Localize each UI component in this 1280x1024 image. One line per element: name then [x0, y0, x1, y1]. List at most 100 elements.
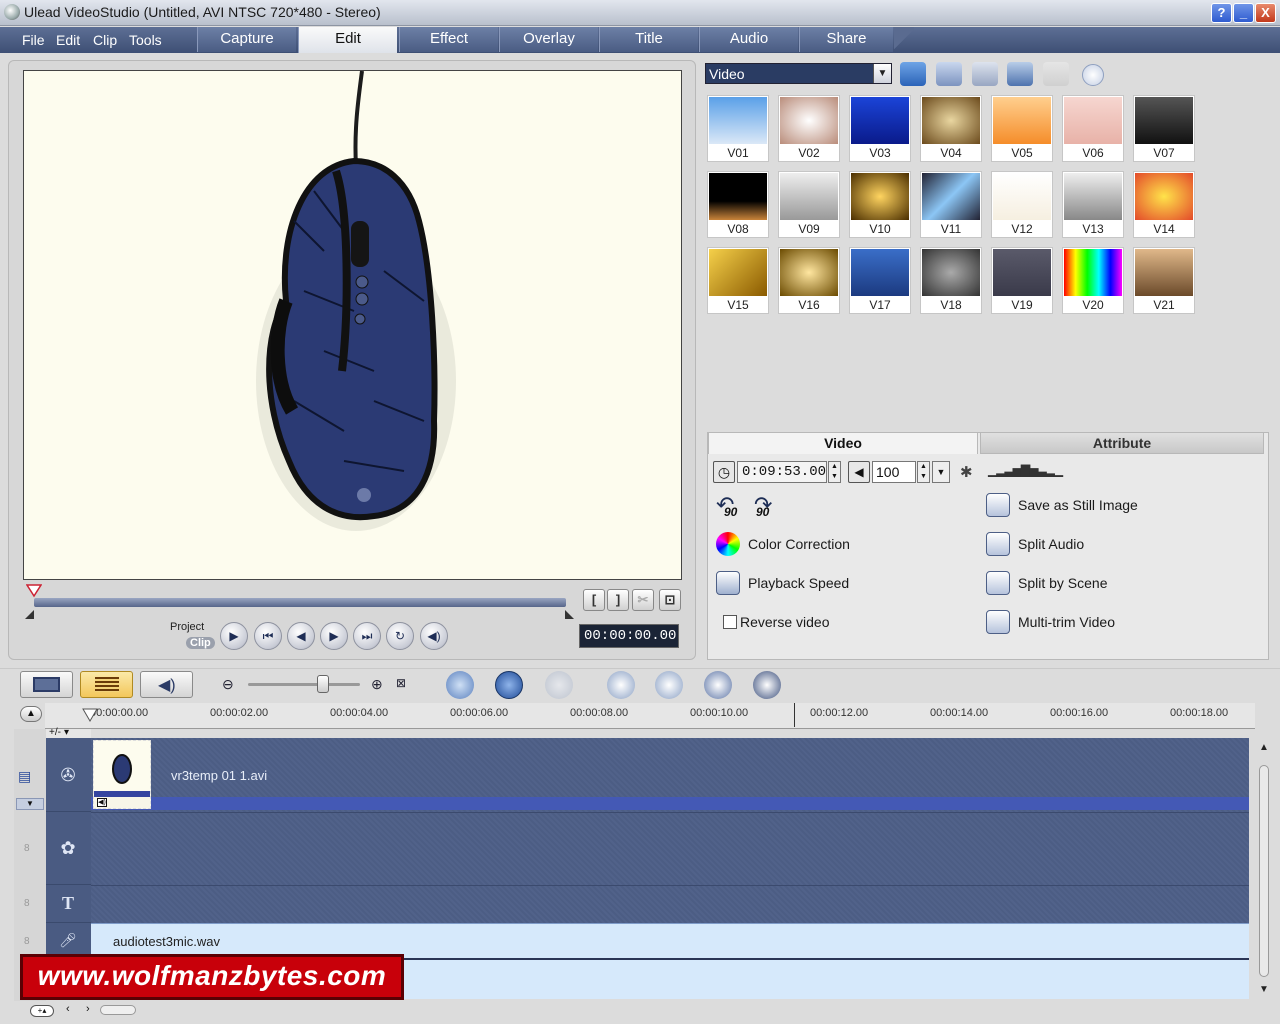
undo-icon[interactable]	[495, 671, 523, 699]
overlay-track-header[interactable]: ✿	[46, 812, 91, 885]
track-manager-icon[interactable]	[704, 671, 732, 699]
library-thumbnail[interactable]: V02	[778, 95, 840, 162]
scroll-down-arrow[interactable]: ▼	[1259, 984, 1269, 995]
system-volume-button[interactable]: ◀)	[420, 622, 448, 650]
camera-icon[interactable]	[986, 493, 1010, 517]
import-icon[interactable]	[936, 62, 962, 86]
track-manager-small-icon[interactable]: ▤	[18, 768, 31, 785]
repeat-button[interactable]: ↻	[386, 622, 414, 650]
tab-video-options[interactable]: Video	[708, 432, 978, 454]
tab-audio[interactable]: Audio	[699, 27, 798, 52]
scroll-up-arrow[interactable]: ▲	[1259, 742, 1269, 753]
menu-edit[interactable]: Edit	[56, 32, 80, 48]
timeline-playhead[interactable]	[82, 707, 98, 723]
library-thumbnail[interactable]: V01	[707, 95, 769, 162]
library-thumbnail[interactable]: V17	[849, 247, 911, 314]
library-thumbnail[interactable]: V04	[920, 95, 982, 162]
library-thumbnail[interactable]: V14	[1133, 171, 1195, 238]
tab-effect[interactable]: Effect	[399, 27, 498, 52]
trim-start-handle[interactable]	[25, 608, 35, 619]
refresh-icon[interactable]	[1007, 62, 1033, 86]
volume-field[interactable]: 100	[872, 461, 916, 483]
insert-media-icon[interactable]	[446, 671, 474, 699]
mute-icon[interactable]: ✱	[960, 463, 973, 481]
minimize-button[interactable]: _	[1233, 3, 1254, 23]
lock-icon[interactable]: 8	[24, 936, 30, 947]
project-mode-label[interactable]: Project	[170, 621, 204, 633]
library-thumbnail[interactable]: V07	[1133, 95, 1195, 162]
library-thumbnail[interactable]: V12	[991, 171, 1053, 238]
save-still-image-button[interactable]: Save as Still Image	[1018, 495, 1138, 515]
track-expand-button[interactable]: ▼	[16, 798, 44, 810]
duration-field[interactable]: 0:09:53.00	[737, 461, 827, 483]
fade-out-icon[interactable]: ▇▅▃▂▁	[1021, 463, 1063, 477]
folder-open-icon[interactable]	[900, 62, 926, 86]
scroll-left-arrow[interactable]: ‹	[66, 1003, 70, 1015]
clip-mode-label[interactable]: Clip	[186, 637, 215, 649]
split-by-scene-button[interactable]: Split by Scene	[1018, 573, 1108, 593]
vertical-scroll-thumb[interactable]	[1259, 765, 1269, 977]
library-thumbnail[interactable]: V19	[991, 247, 1053, 314]
library-manager-icon[interactable]	[972, 62, 998, 86]
library-category-select[interactable]: Video ▼	[705, 63, 892, 84]
library-thumbnail[interactable]: V21	[1133, 247, 1195, 314]
tab-attribute[interactable]: Attribute	[980, 432, 1264, 454]
library-thumbnail[interactable]: V10	[849, 171, 911, 238]
multi-trim-video-button[interactable]: Multi-trim Video	[1018, 612, 1115, 632]
end-button[interactable]: ⏭	[353, 622, 381, 650]
tab-title[interactable]: Title	[599, 27, 698, 52]
color-wheel-icon[interactable]	[716, 532, 740, 556]
timeline-view-button[interactable]	[80, 671, 133, 698]
expand-library-icon[interactable]	[1082, 64, 1104, 86]
trim-end-handle[interactable]	[565, 608, 575, 619]
close-button[interactable]: X	[1255, 3, 1276, 23]
playhead-marker[interactable]	[25, 584, 43, 598]
color-correction-button[interactable]: Color Correction	[748, 534, 850, 554]
library-thumbnail[interactable]: V08	[707, 171, 769, 238]
tab-edit[interactable]: Edit	[298, 27, 397, 53]
surround-sound-icon[interactable]	[753, 671, 781, 699]
library-thumbnail[interactable]: V20	[1062, 247, 1124, 314]
playback-speed-icon[interactable]	[716, 571, 740, 595]
library-thumbnail[interactable]: V06	[1062, 95, 1124, 162]
library-thumbnail[interactable]: V11	[920, 171, 982, 238]
audio-view-button[interactable]: ◀)	[140, 671, 193, 698]
library-thumbnail[interactable]: V09	[778, 171, 840, 238]
playback-speed-button[interactable]: Playback Speed	[748, 573, 849, 593]
next-frame-button[interactable]: ▶	[320, 622, 348, 650]
lock-icon[interactable]: 8	[24, 843, 30, 854]
title-track-header[interactable]: T	[46, 885, 91, 923]
fit-project-icon[interactable]: ⊠	[396, 676, 406, 690]
video-clip[interactable]: ◀)	[93, 740, 151, 809]
timeline-ruler[interactable]: 00:00:00.00 00:00:02.00 00:00:04.00 00:0…	[45, 703, 1255, 729]
tab-overlay[interactable]: Overlay	[499, 27, 598, 52]
multi-trim-icon[interactable]	[986, 610, 1010, 634]
library-thumbnail[interactable]: V18	[920, 247, 982, 314]
batch-convert-icon[interactable]	[655, 671, 683, 699]
split-scene-icon[interactable]	[986, 571, 1010, 595]
library-thumbnail[interactable]: V16	[778, 247, 840, 314]
play-button[interactable]: ▶	[220, 622, 248, 650]
zoom-in-icon[interactable]: ⊕	[371, 676, 383, 693]
redo-icon[interactable]	[545, 671, 573, 699]
previous-frame-button[interactable]: ◀	[287, 622, 315, 650]
timeline-options-button[interactable]: +▴	[30, 1005, 54, 1017]
scroll-right-arrow[interactable]: ›	[86, 1003, 90, 1015]
duration-stepper[interactable]: ▲ ▼	[828, 461, 841, 483]
horizontal-scroll-thumb[interactable]	[100, 1005, 136, 1015]
reverse-video-checkbox[interactable]	[723, 615, 737, 629]
zoom-out-icon[interactable]: ⊖	[222, 676, 234, 693]
library-thumbnail[interactable]: V15	[707, 247, 769, 314]
collapse-timeline-button[interactable]: ▲	[20, 706, 42, 722]
lock-icon[interactable]: 8	[24, 898, 30, 909]
menu-file[interactable]: File	[22, 32, 45, 48]
reverse-video-label[interactable]: Reverse video	[740, 612, 830, 632]
tab-share[interactable]: Share	[799, 27, 893, 52]
enlarge-preview-button[interactable]: ⊡	[659, 589, 681, 611]
title-track[interactable]	[91, 885, 1249, 923]
volume-dropdown-button[interactable]: ▼	[932, 461, 950, 483]
help-button[interactable]: ?	[1211, 3, 1232, 23]
add-track-button[interactable]: +/- ▾	[46, 728, 91, 738]
storyboard-view-button[interactable]	[20, 671, 73, 698]
split-audio-icon[interactable]	[986, 532, 1010, 556]
